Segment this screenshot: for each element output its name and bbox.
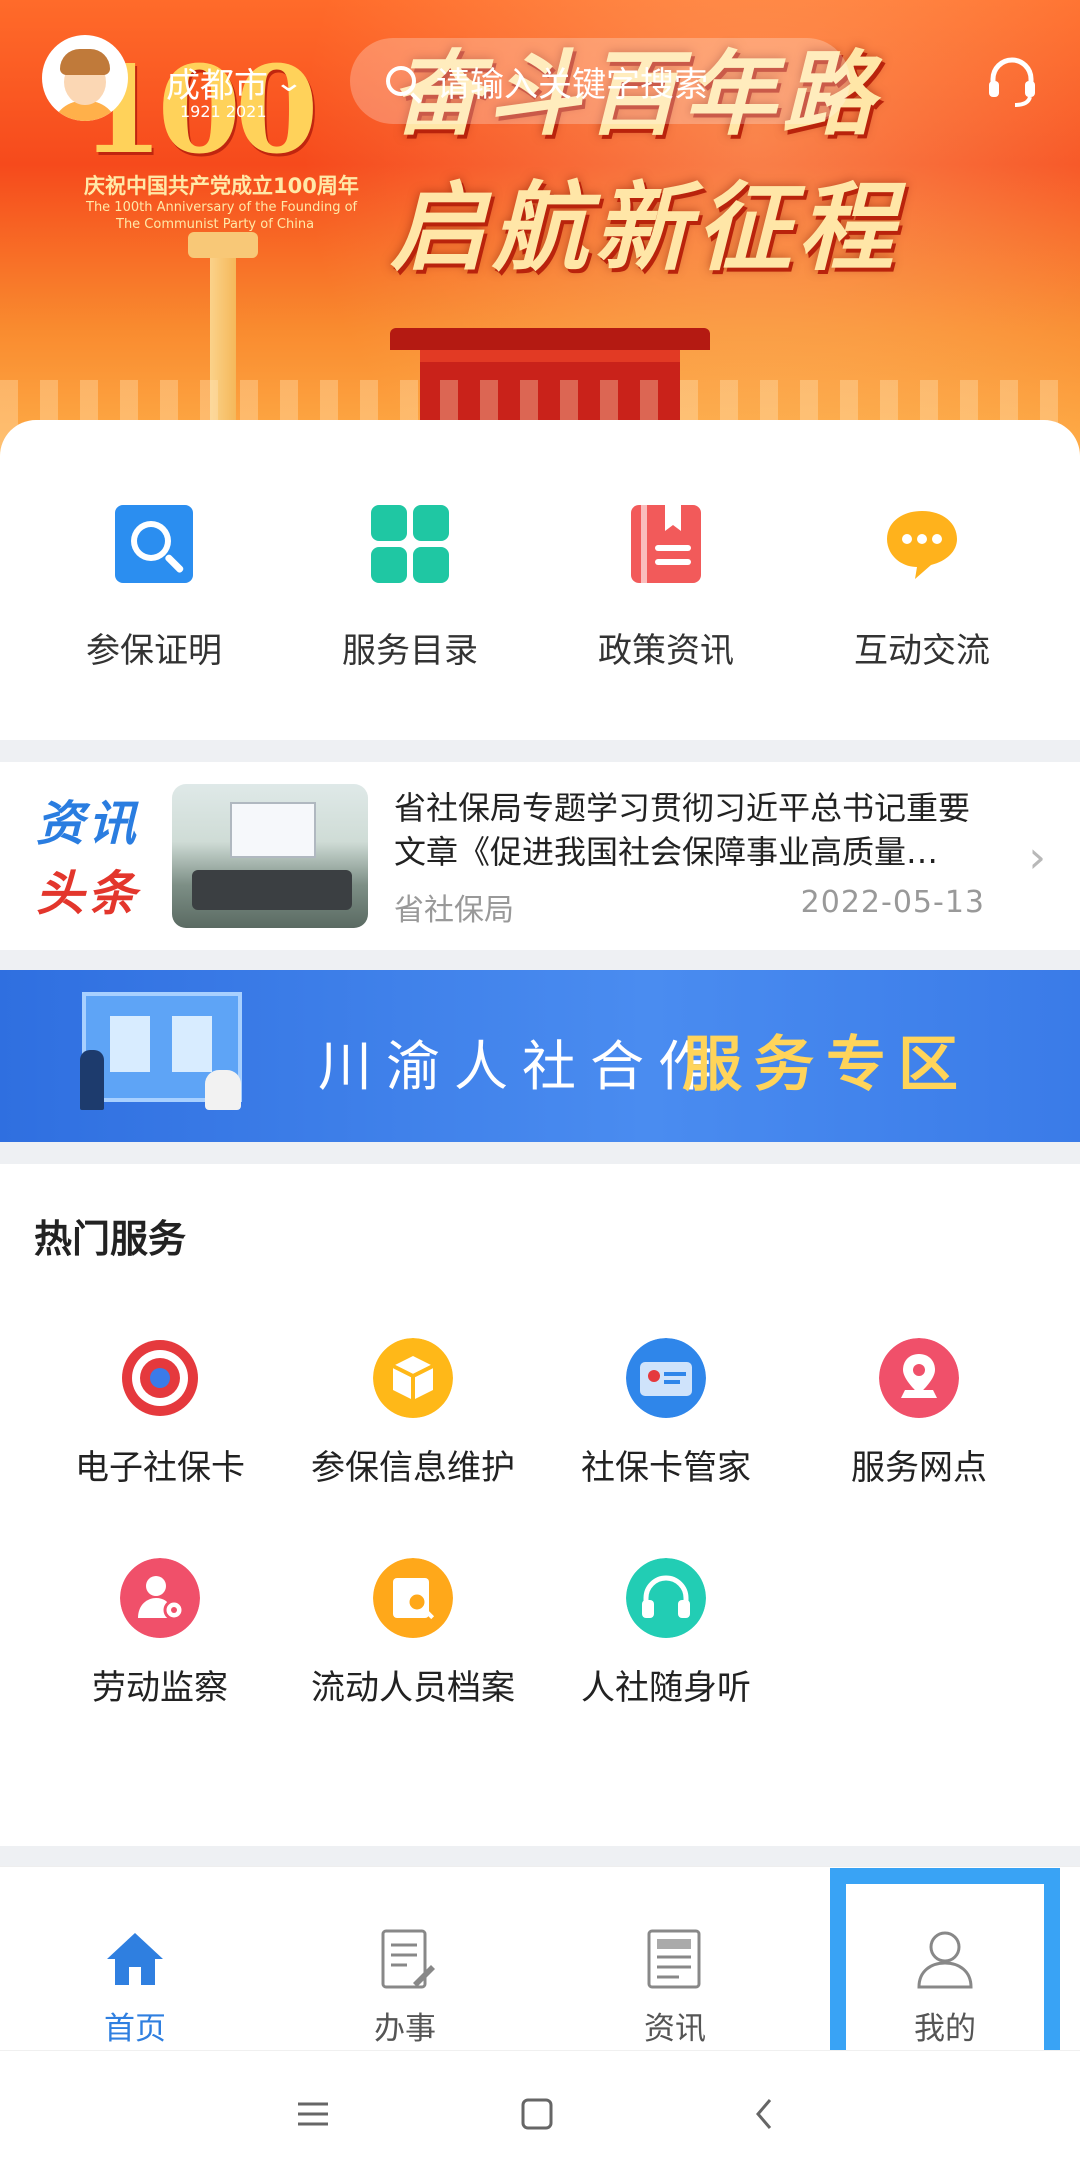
- search-doc-icon: [115, 505, 193, 583]
- news-headline-card[interactable]: 资讯 头条 省社保局专题学习贯彻习近平总书记重要文章《促进我国社会保障事业高质量…: [0, 762, 1080, 950]
- service-label: 劳动监察: [92, 1668, 228, 1708]
- card-icon: [626, 1338, 706, 1418]
- service-service-outlets[interactable]: 服务网点: [794, 1338, 1044, 1489]
- newspaper-icon: [647, 1929, 701, 1989]
- home-square-icon[interactable]: [520, 2097, 554, 2131]
- news-date: 2022-05-13: [800, 885, 985, 920]
- logo-caption-cn: 庆祝中国共产党成立100周年: [84, 174, 359, 198]
- promo-text: 川渝人社合作: [318, 1035, 726, 1098]
- city-label: 成都市: [166, 66, 268, 106]
- quick-action-insurance-certificate[interactable]: 参保证明: [54, 505, 254, 672]
- news-tag-line-2: 头条: [36, 866, 141, 922]
- archive-search-icon: [373, 1558, 453, 1638]
- quick-action-interaction[interactable]: 互动交流: [822, 505, 1022, 672]
- hot-services-section: 热门服务 电子社保卡 参保信息维护 社保卡管家 服务网点 劳动监察 流动人员档案…: [0, 1164, 1080, 1846]
- tab-label: 办事: [374, 2011, 436, 2047]
- tab-label: 首页: [104, 2011, 166, 2047]
- search-icon: [386, 66, 416, 96]
- location-icon: [879, 1338, 959, 1418]
- headphones-icon: [626, 1558, 706, 1638]
- grid-icon: [371, 505, 449, 583]
- service-audio-guide[interactable]: 人社随身听: [541, 1558, 791, 1709]
- avatar[interactable]: [42, 35, 128, 121]
- illustration-person: [80, 1050, 104, 1110]
- search-bar[interactable]: 请输入关键字搜索: [350, 38, 850, 124]
- menu-icon[interactable]: [296, 2097, 330, 2131]
- tab-home[interactable]: 首页: [60, 1927, 210, 2048]
- home-icon: [107, 1933, 163, 1985]
- slogan-line-2: 启航新征程: [390, 171, 900, 284]
- logo-caption-en-2: The Communist Party of China: [116, 217, 315, 232]
- social-security-card-icon: [122, 1340, 198, 1416]
- service-card-manager[interactable]: 社保卡管家: [541, 1338, 791, 1489]
- city-selector[interactable]: 成都市 ⌄: [166, 58, 304, 107]
- search-placeholder: 请输入关键字搜索: [436, 64, 708, 105]
- tab-label: 资讯: [644, 2011, 706, 2047]
- logo-caption-en-1: The 100th Anniversary of the Founding of: [86, 200, 358, 215]
- document-edit-icon: [381, 1929, 435, 1989]
- service-label: 电子社保卡: [75, 1448, 245, 1488]
- quick-action-label: 参保证明: [86, 631, 222, 671]
- news-tag-line-1: 资讯: [36, 796, 141, 852]
- service-label: 人社随身听: [581, 1668, 751, 1708]
- quick-action-label: 服务目录: [342, 631, 478, 671]
- service-labor-inspection[interactable]: 劳动监察: [35, 1558, 285, 1709]
- service-e-social-security-card[interactable]: 电子社保卡: [35, 1338, 285, 1489]
- quick-action-label: 政策资讯: [598, 631, 734, 671]
- chevron-down-icon: ⌄: [273, 67, 305, 98]
- tab-news[interactable]: 资讯: [600, 1927, 750, 2048]
- book-icon: [631, 505, 701, 583]
- back-icon[interactable]: [748, 2097, 782, 2131]
- chat-icon: [887, 511, 957, 579]
- news-source: 省社保局: [394, 893, 514, 928]
- chevron-right-icon: ›: [1028, 832, 1046, 883]
- quick-action-label: 互动交流: [854, 631, 990, 671]
- service-label: 社保卡管家: [581, 1448, 751, 1488]
- service-insurance-info-maintenance[interactable]: 参保信息维护: [288, 1338, 538, 1489]
- news-title: 省社保局专题学习贯彻习近平总书记重要文章《促进我国社会保障事业高质量…: [394, 789, 971, 871]
- promo-banner[interactable]: 川渝人社合作 服务专区: [0, 970, 1080, 1142]
- section-title: 热门服务: [34, 1217, 187, 1261]
- service-floating-personnel-archive[interactable]: 流动人员档案: [288, 1558, 538, 1709]
- tab-services[interactable]: 办事: [330, 1927, 480, 2048]
- system-navigation-bar: [0, 2050, 1080, 2179]
- customer-service-icon[interactable]: [985, 55, 1039, 109]
- promo-highlight-text: 服务专区: [682, 1030, 970, 1100]
- quick-action-service-catalog[interactable]: 服务目录: [310, 505, 510, 672]
- quick-action-policy-news[interactable]: 政策资讯: [566, 505, 766, 672]
- box-icon: [373, 1338, 453, 1418]
- inspection-icon: [120, 1558, 200, 1638]
- service-label: 流动人员档案: [311, 1668, 515, 1708]
- news-thumbnail: [172, 784, 368, 928]
- service-label: 参保信息维护: [311, 1448, 515, 1488]
- service-label: 服务网点: [851, 1448, 987, 1488]
- illustration-person-seated: [205, 1070, 241, 1110]
